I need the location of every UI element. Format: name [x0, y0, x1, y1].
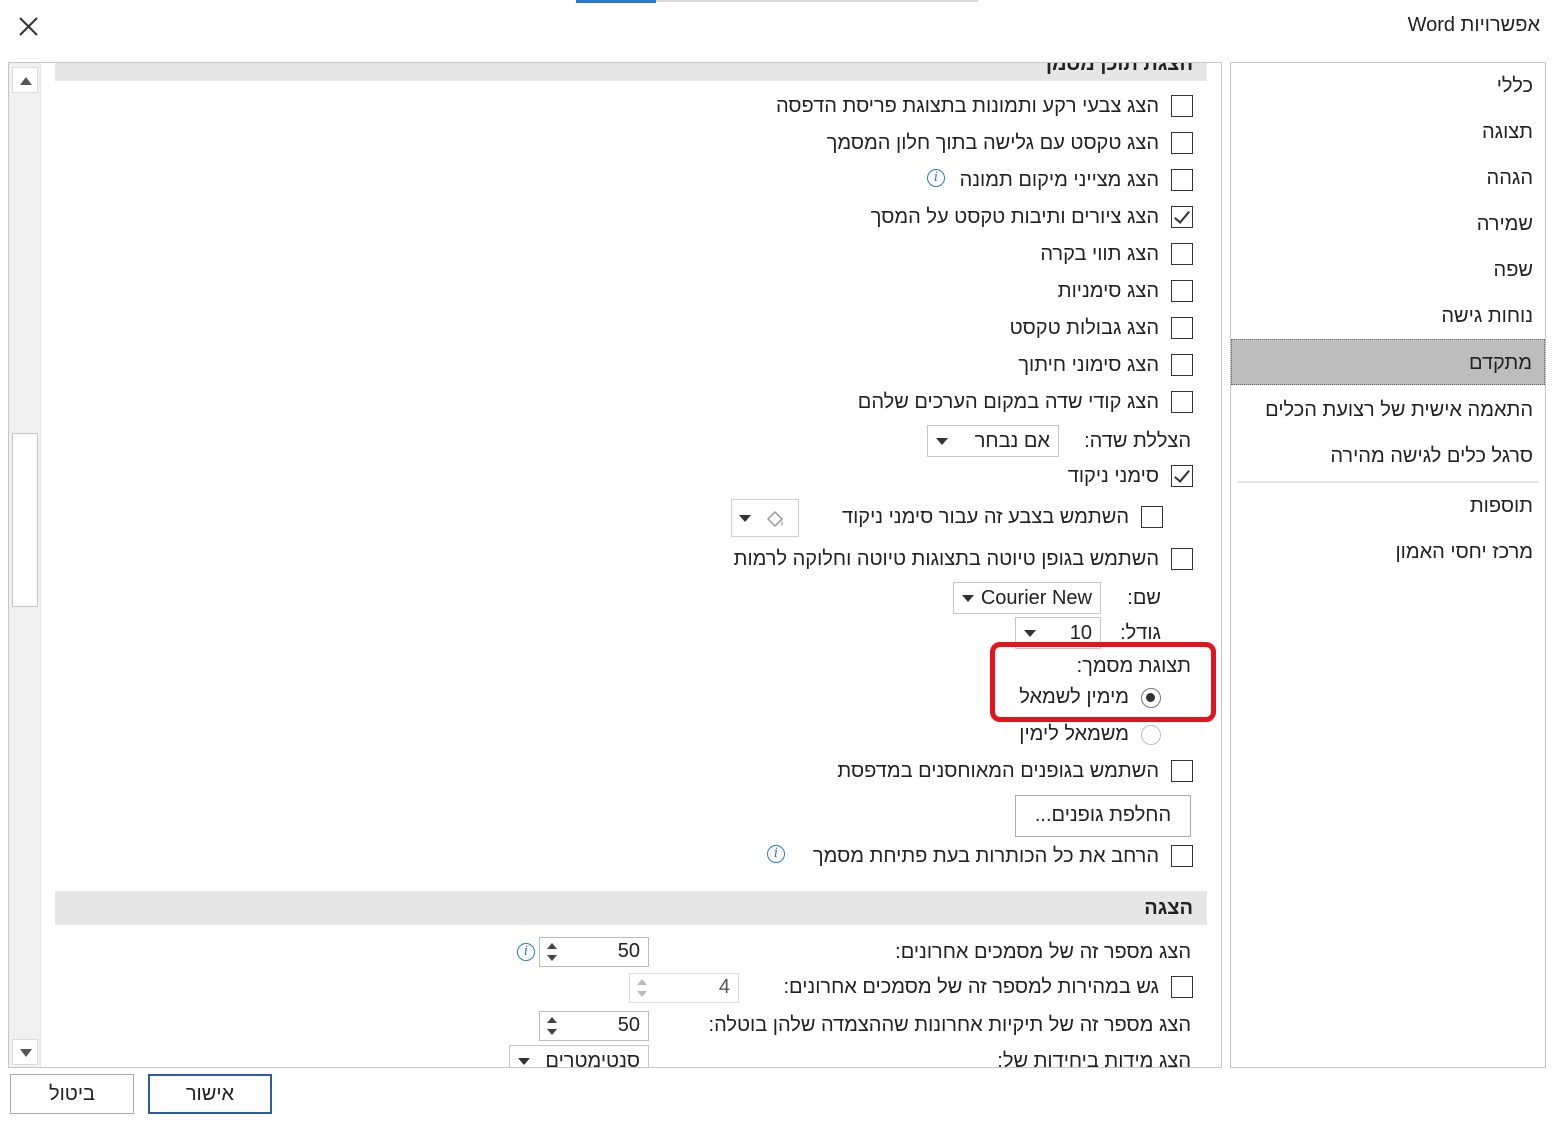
- printer-fonts-checkbox[interactable]: [1171, 760, 1193, 782]
- font-size-label: גודל:: [1120, 622, 1161, 644]
- field-shading-value: אם נבחר: [974, 430, 1050, 452]
- draft-font-label: השתמש בגופן טיוטה בתצוגות טיוטה וחלוקה ל…: [733, 548, 1159, 570]
- spinner-arrows-icon: [547, 1017, 557, 1035]
- option-checkbox-checked[interactable]: [1171, 206, 1193, 228]
- sidebar-item-save[interactable]: שמירה: [1231, 201, 1545, 247]
- recent-docs-value: 50: [617, 940, 640, 962]
- option-label: הצג מצייני מיקום תמונה: [959, 169, 1159, 191]
- paint-bucket-icon: [766, 510, 784, 528]
- expand-headings-checkbox[interactable]: [1171, 845, 1193, 867]
- title-bar-accent: [576, 0, 656, 3]
- recent-folders-spinner[interactable]: 50: [539, 1011, 649, 1041]
- section-header-display: הצגה: [55, 891, 1207, 925]
- printer-fonts-label: השתמש בגופנים המאוחסנים במדפסת: [837, 760, 1159, 782]
- color-picker[interactable]: [731, 499, 799, 537]
- close-icon: [19, 17, 38, 36]
- info-icon[interactable]: i: [517, 943, 535, 961]
- crop-marks-label: סימני ניקוד: [1067, 465, 1159, 487]
- sidebar-item-addins[interactable]: תוספות: [1231, 483, 1545, 529]
- units-dropdown[interactable]: סנטימטרים: [509, 1045, 649, 1068]
- option-label: הצג תווי בקרה: [1040, 243, 1159, 265]
- chevron-down-icon: [739, 515, 751, 522]
- font-size-value: 10: [1069, 622, 1092, 644]
- font-name-value: Courier New: [980, 587, 1092, 609]
- radio-right-to-left[interactable]: [1141, 688, 1161, 708]
- chevron-down-icon: [1024, 630, 1036, 637]
- sidebar-item-quick-access-toolbar[interactable]: סרגל כלים לגישה מהירה: [1231, 433, 1545, 479]
- sidebar-item-language[interactable]: שפה: [1231, 247, 1545, 293]
- quick-access-value: 4: [718, 976, 730, 998]
- title-bar-line: [656, 0, 978, 2]
- option-checkbox[interactable]: [1171, 243, 1193, 265]
- option-label: הצג גבולות טקסט: [1009, 317, 1159, 339]
- units-label: הצג מידות ביחידות של:: [997, 1050, 1191, 1068]
- option-label: הצג צבעי רקע ותמונות בתצוגת פריסת הדפסה: [775, 95, 1159, 117]
- scroll-thumb[interactable]: [12, 433, 38, 607]
- option-label: הצג סימוני חיתוך: [1018, 354, 1159, 376]
- close-button[interactable]: [12, 10, 44, 42]
- recent-folders-label: הצג מספר זה של תיקיות אחרונות שההצמדה של…: [708, 1014, 1191, 1036]
- sidebar-item-accessibility[interactable]: נוחות גישה: [1231, 293, 1545, 339]
- option-label: הצג טקסט עם גלישה בתוך חלון המסמך: [826, 132, 1159, 154]
- font-size-dropdown[interactable]: 10: [1015, 617, 1101, 649]
- chevron-down-icon: [936, 438, 948, 445]
- sidebar-item-proofing[interactable]: הגהה: [1231, 155, 1545, 201]
- sidebar-item-advanced[interactable]: מתקדם: [1231, 339, 1545, 385]
- options-sidebar: כללי תצוגה הגהה שמירה שפה נוחות גישה מתק…: [1230, 62, 1546, 1068]
- option-checkbox[interactable]: [1171, 169, 1193, 191]
- chevron-down-icon: [20, 1049, 32, 1057]
- recent-folders-value: 50: [617, 1014, 640, 1036]
- color-marks-label: השתמש בצבע זה עבור סימני ניקוד: [842, 506, 1129, 528]
- vertical-scrollbar[interactable]: [9, 63, 41, 1067]
- radio-left-to-right-label: משמאל לימין: [1019, 723, 1129, 745]
- option-label: הצג ציורים ותיבות טקסט על המסך: [870, 206, 1159, 228]
- spinner-arrows-icon: [637, 979, 647, 997]
- color-marks-checkbox[interactable]: [1141, 506, 1163, 528]
- advanced-options-panel: הצגת תוכן מסמך הצג צבעי רקע ותמונות בתצו…: [8, 62, 1222, 1068]
- chevron-down-icon: [518, 1058, 530, 1065]
- option-checkbox[interactable]: [1171, 354, 1193, 376]
- recent-docs-label: הצג מספר זה של מסמכים אחרונים:: [895, 941, 1191, 963]
- quick-access-label: גש במהירות למספר זה של מסמכים אחרונים:: [783, 976, 1160, 998]
- option-checkbox[interactable]: [1171, 280, 1193, 302]
- sidebar-item-general[interactable]: כללי: [1231, 63, 1545, 109]
- option-checkbox[interactable]: [1171, 317, 1193, 339]
- radio-right-to-left-label: מימין לשמאל: [1019, 686, 1129, 708]
- quick-access-checkbox[interactable]: [1171, 976, 1193, 998]
- option-checkbox[interactable]: [1171, 391, 1193, 413]
- radio-left-to-right[interactable]: [1141, 725, 1161, 745]
- option-label: הצג סימניות: [1057, 280, 1159, 302]
- option-label: הצג קודי שדה במקום הערכים שלהם: [857, 391, 1159, 413]
- scroll-up-button[interactable]: [12, 67, 38, 93]
- font-name-dropdown[interactable]: Courier New: [953, 582, 1101, 614]
- option-checkbox[interactable]: [1171, 95, 1193, 117]
- units-value: סנטימטרים: [545, 1050, 640, 1068]
- sidebar-item-customize-ribbon[interactable]: התאמה אישית של רצועת הכלים: [1231, 387, 1545, 433]
- cancel-button[interactable]: ביטול: [10, 1074, 134, 1114]
- info-icon[interactable]: i: [927, 169, 945, 187]
- chevron-down-icon: [962, 595, 974, 602]
- dialog-title: אפשרויות Word: [1407, 14, 1540, 36]
- scroll-down-button[interactable]: [12, 1039, 38, 1065]
- ok-button[interactable]: אישור: [148, 1074, 272, 1114]
- field-shading-label: הצללת שדה:: [1084, 430, 1191, 452]
- chevron-up-icon: [20, 77, 32, 85]
- recent-docs-spinner[interactable]: 50: [539, 937, 649, 967]
- sidebar-item-trust-center[interactable]: מרכז יחסי האמון: [1231, 529, 1545, 575]
- font-name-label: שם:: [1127, 587, 1161, 609]
- info-icon[interactable]: i: [767, 845, 785, 863]
- field-shading-dropdown[interactable]: אם נבחר: [927, 425, 1059, 457]
- expand-headings-label: הרחב את כל הכותרות בעת פתיחת מסמך: [812, 845, 1159, 867]
- quick-access-spinner[interactable]: 4: [629, 973, 739, 1003]
- spinner-arrows-icon: [547, 943, 557, 961]
- section-header-document-content: הצגת תוכן מסמך: [55, 63, 1207, 81]
- option-checkbox[interactable]: [1171, 132, 1193, 154]
- sidebar-item-display[interactable]: תצוגה: [1231, 109, 1545, 155]
- crop-marks-checkbox[interactable]: [1171, 465, 1193, 487]
- draft-font-checkbox[interactable]: [1171, 548, 1193, 570]
- font-substitution-button[interactable]: החלפת גופנים...: [1015, 795, 1191, 837]
- document-view-label: תצוגת מסמך:: [1076, 655, 1191, 677]
